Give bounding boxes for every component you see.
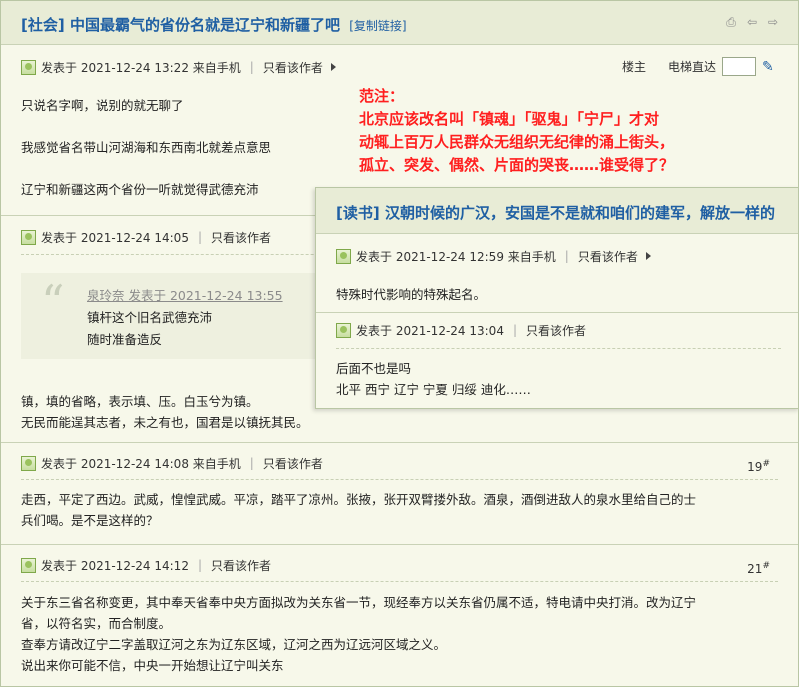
overlay-title-text: 汉朝时候的广汉，安国是不是就和咱们的建军，解放一样的 bbox=[384, 204, 775, 222]
post-1-line: 我感觉省名带山河湖海和东西南北就差点意思 bbox=[21, 140, 272, 155]
user-icon[interactable] bbox=[21, 229, 36, 245]
post-1-line: 只说名字啊，说别的就无聊了 bbox=[21, 98, 184, 113]
overlay-post-2-only-author-link[interactable]: 只看该作者 bbox=[526, 322, 586, 339]
next-icon[interactable]: ⇨ bbox=[766, 15, 780, 29]
thread-toolbar: ⎙ ⇦ ⇨ bbox=[724, 15, 780, 29]
floor-tools: 楼主 电梯直达 ✎ bbox=[622, 57, 778, 76]
user-icon[interactable] bbox=[21, 455, 36, 471]
post-3-line: 走西，平定了西边。武威，惶惶武威。平凉，踏平了凉州。张掖，张开双臂搂外敌。酒泉，… bbox=[21, 492, 697, 507]
overlay-post-1-content: 特殊时代影响的特殊起名。 bbox=[336, 287, 487, 302]
post-4-time: 发表于 2021-12-24 14:12 bbox=[41, 558, 189, 573]
copy-link-button[interactable]: [复制链接] bbox=[349, 19, 406, 33]
overlay-post-1-only-author-link[interactable]: 只看该作者 bbox=[578, 248, 638, 265]
post-2-only-author-link[interactable]: 只看该作者 bbox=[211, 229, 271, 246]
overlay-thread-title: [读书] 汉朝时候的广汉，安国是不是就和咱们的建军，解放一样的 bbox=[336, 202, 775, 223]
printer-icon[interactable]: ⎙ bbox=[724, 15, 738, 29]
overlay-title-bar: [读书] 汉朝时候的广汉，安国是不是就和咱们的建军，解放一样的 bbox=[316, 188, 798, 234]
dashed-divider bbox=[336, 348, 781, 349]
post-4-only-author-link[interactable]: 只看该作者 bbox=[211, 557, 271, 574]
overlay-post-2-meta: 发表于 2021-12-24 13:04 | 只看该作者 bbox=[336, 322, 586, 338]
user-icon[interactable] bbox=[21, 59, 36, 75]
quote-line: 随时准备造反 bbox=[87, 332, 163, 347]
user-icon[interactable] bbox=[21, 557, 36, 573]
post-1-content: 只说名字啊，说别的就无聊了 我感觉省名带山河湖海和东西南北就差点意思 辽宁和新疆… bbox=[21, 95, 271, 200]
overlay-post-1-meta: 发表于 2021-12-24 12:59 来自手机 | 只看该作者 bbox=[336, 248, 651, 264]
prev-icon[interactable]: ⇦ bbox=[745, 15, 759, 29]
post-3-time: 发表于 2021-12-24 14:08 来自手机 bbox=[41, 456, 241, 471]
thread-title-bar: [社会] 中国最霸气的省份名就是辽宁和新疆了吧 [复制链接] ⎙ ⇦ ⇨ bbox=[1, 1, 798, 45]
overlay-post-2-content: 后面不也是吗 北平 西宁 辽宁 宁夏 归绥 迪化…… bbox=[336, 361, 531, 397]
owner-label: 楼主 bbox=[621, 60, 646, 74]
post-2-content: 镇，填的省略，表示填、压。白玉兮为镇。 无民而能逞其志者，未之有也，国君是以镇抚… bbox=[21, 391, 309, 433]
post-2-line: 无民而能逞其志者，未之有也，国君是以镇抚其民。 bbox=[21, 415, 309, 430]
thread-page: [社会] 中国最霸气的省份名就是辽宁和新疆了吧 [复制链接] ⎙ ⇦ ⇨ 发表于… bbox=[0, 0, 799, 687]
expand-arrow-icon[interactable] bbox=[645, 252, 651, 260]
user-icon[interactable] bbox=[336, 322, 351, 338]
post-1-time: 发表于 2021-12-24 13:22 来自手机 bbox=[41, 60, 241, 75]
floor-jump-input[interactable] bbox=[722, 57, 756, 76]
floor-number[interactable]: 19# bbox=[747, 459, 770, 474]
post-4-line: 关于东三省名称变更，其中奉天省奉中央方面拟改为关东省一节，现经奉方以关东省仍属不… bbox=[21, 595, 697, 610]
divider bbox=[1, 442, 798, 443]
post-4-meta: 发表于 2021-12-24 14:12 | 只看该作者 bbox=[21, 557, 271, 573]
post-4-line: 说出来你可能不信，中央一开始想让辽宁叫关东 bbox=[21, 658, 284, 673]
thread-title-text: 中国最霸气的省份名就是辽宁和新疆了吧 bbox=[69, 16, 340, 34]
post-3-meta: 发表于 2021-12-24 14:08 来自手机 | 只看该作者 bbox=[21, 455, 323, 471]
editor-annotation: 范注： 北京应该改名叫「镇魂」「驱鬼」「宁尸」才对 动辄上百万人民群众无组织无纪… bbox=[359, 87, 675, 174]
thread-category[interactable]: [社会] bbox=[21, 16, 65, 34]
post-4-content: 关于东三省名称变更，其中奉天省奉中央方面拟改为关东省一节，现经奉方以关东省仍属不… bbox=[21, 592, 696, 676]
post-3-content: 走西，平定了西边。武威，惶惶武威。平凉，踏平了凉州。张掖，张开双臂搂外敌。酒泉，… bbox=[21, 489, 696, 531]
overlay-thread-panel: [读书] 汉朝时候的广汉，安国是不是就和咱们的建军，解放一样的 发表于 2021… bbox=[315, 187, 798, 409]
post-1-meta: 发表于 2021-12-24 13:22 来自手机 | 只看该作者 bbox=[21, 59, 336, 75]
floor-number[interactable]: 21# bbox=[747, 561, 770, 576]
divider bbox=[1, 544, 798, 545]
post-4-line: 查奉方请改辽宁二字盖取辽河之东为辽东区域，辽河之西为辽远河区域之义。 bbox=[21, 637, 447, 652]
go-icon[interactable]: ✎ bbox=[762, 59, 778, 75]
expand-arrow-icon[interactable] bbox=[330, 63, 336, 71]
post-1-line: 辽宁和新疆这两个省份一听就觉得武德充沛 bbox=[21, 182, 259, 197]
post-2-line: 镇，填的省略，表示填、压。白玉兮为镇。 bbox=[21, 394, 259, 409]
thread-title: [社会] 中国最霸气的省份名就是辽宁和新疆了吧 [复制链接] bbox=[21, 14, 407, 35]
post-4-line: 省，以符名实，而合制度。 bbox=[21, 616, 172, 631]
quote-mark-icon: “ bbox=[41, 275, 65, 329]
jump-label: 电梯直达 bbox=[667, 60, 716, 74]
quote-author-link[interactable]: 泉玲奈 发表于 2021-12-24 13:55 bbox=[87, 285, 283, 304]
post-3-only-author-link[interactable]: 只看该作者 bbox=[263, 455, 323, 472]
overlay-category[interactable]: [读书] bbox=[336, 204, 380, 222]
quote-line: 镇杆这个旧名武德充沛 bbox=[87, 310, 213, 325]
quote-block: “ 泉玲奈 发表于 2021-12-24 13:55 镇杆这个旧名武德充沛 随时… bbox=[21, 273, 321, 359]
post-3-line: 兵们喝。是不是这样的？ bbox=[21, 513, 159, 528]
post-1-only-author-link[interactable]: 只看该作者 bbox=[263, 59, 323, 76]
post-2-meta: 发表于 2021-12-24 14:05 | 只看该作者 bbox=[21, 229, 271, 245]
divider bbox=[316, 312, 798, 313]
dashed-divider bbox=[21, 479, 778, 480]
user-icon[interactable] bbox=[336, 248, 351, 264]
dashed-divider bbox=[21, 581, 778, 582]
post-2-time: 发表于 2021-12-24 14:05 bbox=[41, 230, 189, 245]
